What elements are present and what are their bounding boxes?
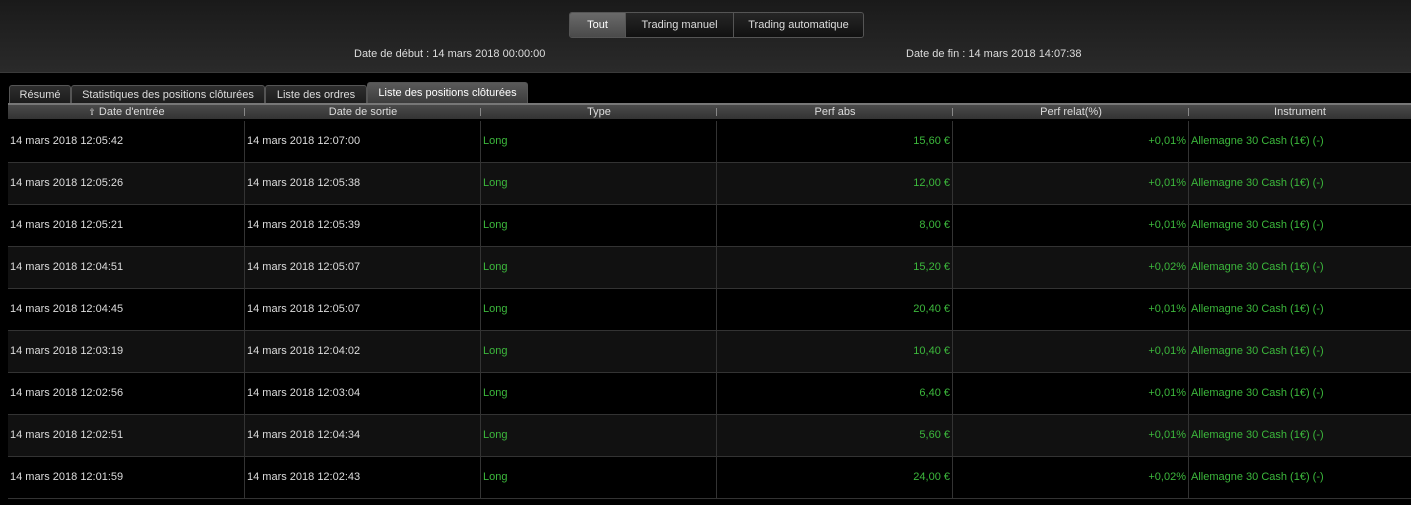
table-row[interactable]: 14 mars 2018 12:02:56 14 mars 2018 12:03:… [8, 373, 1411, 415]
cell-entry-date: 14 mars 2018 12:04:51 [8, 247, 245, 288]
cell-exit-date: 14 mars 2018 12:05:07 [245, 247, 481, 288]
cell-instrument: Allemagne 30 Cash (1€) (-) [1191, 135, 1324, 147]
cell-perf-rel: +0,01% [953, 331, 1189, 372]
table-header: ⇧ Date d'entrée Date de sortie Type Perf … [8, 105, 1411, 119]
table-row[interactable]: 14 mars 2018 12:05:21 14 mars 2018 12:05:… [8, 205, 1411, 247]
cell-entry-date: 14 mars 2018 12:05:26 [8, 163, 245, 204]
cell-exit-date: 14 mars 2018 12:03:04 [245, 373, 481, 414]
cell-type: Long [481, 121, 717, 162]
cell-type: Long [481, 331, 717, 372]
column-header-exit-date[interactable]: Date de sortie [245, 105, 481, 119]
cell-entry-date: 14 mars 2018 12:05:21 [8, 205, 245, 246]
cell-type: Long [481, 247, 717, 288]
cell-entry-date: 14 mars 2018 12:02:51 [8, 415, 245, 456]
cell-instrument: Allemagne 30 Cash (1€) (-) [1191, 219, 1324, 231]
sort-up-icon: ⇧ [88, 107, 96, 117]
cell-perf-abs: 10,40 € [717, 331, 953, 372]
cell-perf-rel: +0,02% [953, 457, 1189, 498]
cell-type: Long [481, 163, 717, 204]
cell-entry-date: 14 mars 2018 12:03:19 [8, 331, 245, 372]
cell-entry-date: 14 mars 2018 12:04:45 [8, 289, 245, 330]
cell-instrument: Allemagne 30 Cash (1€) (-) [1191, 303, 1324, 315]
cell-perf-abs: 15,20 € [717, 247, 953, 288]
cell-perf-rel: +0,01% [953, 373, 1189, 414]
cell-instrument: Allemagne 30 Cash (1€) (-) [1191, 387, 1324, 399]
filter-automatic-button[interactable]: Trading automatique [733, 13, 863, 37]
table-row[interactable]: 14 mars 2018 12:04:45 14 mars 2018 12:05:… [8, 289, 1411, 331]
column-header-perf-abs[interactable]: Perf abs [717, 105, 953, 119]
top-panel: Tout Trading manuel Trading automatique … [0, 0, 1411, 73]
cell-type: Long [481, 373, 717, 414]
table-row[interactable]: 14 mars 2018 12:01:59 14 mars 2018 12:02:… [8, 457, 1411, 499]
table-row[interactable]: 14 mars 2018 12:02:51 14 mars 2018 12:04:… [8, 415, 1411, 457]
cell-instrument: Allemagne 30 Cash (1€) (-) [1191, 429, 1324, 441]
cell-instrument: Allemagne 30 Cash (1€) (-) [1191, 345, 1324, 357]
cell-exit-date: 14 mars 2018 12:02:43 [245, 457, 481, 498]
cell-exit-date: 14 mars 2018 12:05:38 [245, 163, 481, 204]
cell-perf-rel: +0,01% [953, 289, 1189, 330]
cell-perf-rel: +0,01% [953, 205, 1189, 246]
cell-perf-abs: 24,00 € [717, 457, 953, 498]
table-row[interactable]: 14 mars 2018 12:05:26 14 mars 2018 12:05:… [8, 163, 1411, 205]
column-header-instrument[interactable]: Instrument [1189, 105, 1411, 119]
cell-exit-date: 14 mars 2018 12:04:02 [245, 331, 481, 372]
cell-exit-date: 14 mars 2018 12:05:39 [245, 205, 481, 246]
closed-positions-table: ⇧ Date d'entrée Date de sortie Type Perf … [8, 103, 1411, 505]
table-row[interactable]: 14 mars 2018 12:03:19 14 mars 2018 12:04:… [8, 331, 1411, 373]
cell-perf-abs: 20,40 € [717, 289, 953, 330]
column-header-type[interactable]: Type [481, 105, 717, 119]
cell-instrument: Allemagne 30 Cash (1€) (-) [1191, 261, 1324, 273]
filter-all-button[interactable]: Tout [570, 13, 625, 37]
cell-perf-rel: +0,01% [953, 415, 1189, 456]
cell-entry-date: 14 mars 2018 12:02:56 [8, 373, 245, 414]
start-date-label: Date de début : 14 mars 2018 00:00:00 [354, 48, 546, 60]
column-header-entry-date[interactable]: ⇧ Date d'entrée [8, 105, 245, 119]
cell-perf-abs: 12,00 € [717, 163, 953, 204]
table-row[interactable]: 14 mars 2018 12:05:42 14 mars 2018 12:07:… [8, 121, 1411, 163]
table-row[interactable]: 14 mars 2018 12:04:51 14 mars 2018 12:05:… [8, 247, 1411, 289]
tab-summary[interactable]: Résumé [9, 85, 71, 103]
column-header-perf-rel[interactable]: Perf relat(%) [953, 105, 1189, 119]
tab-orders-list[interactable]: Liste des ordres [265, 85, 367, 103]
cell-exit-date: 14 mars 2018 12:04:34 [245, 415, 481, 456]
cell-type: Long [481, 289, 717, 330]
cell-exit-date: 14 mars 2018 12:07:00 [245, 121, 481, 162]
cell-type: Long [481, 457, 717, 498]
cell-instrument: Allemagne 30 Cash (1€) (-) [1191, 177, 1324, 189]
tab-bar: Résumé Statistiques des positions clôtur… [0, 82, 1411, 103]
cell-perf-rel: +0,01% [953, 121, 1189, 162]
cell-type: Long [481, 415, 717, 456]
cell-entry-date: 14 mars 2018 12:05:42 [8, 121, 245, 162]
cell-perf-abs: 6,40 € [717, 373, 953, 414]
trade-filter: Tout Trading manuel Trading automatique [569, 12, 864, 38]
table-body: 14 mars 2018 12:05:42 14 mars 2018 12:07:… [8, 121, 1411, 499]
cell-entry-date: 14 mars 2018 12:01:59 [8, 457, 245, 498]
cell-perf-abs: 15,60 € [717, 121, 953, 162]
cell-perf-rel: +0,02% [953, 247, 1189, 288]
filter-manual-button[interactable]: Trading manuel [625, 13, 733, 37]
cell-instrument: Allemagne 30 Cash (1€) (-) [1191, 471, 1324, 483]
cell-perf-abs: 8,00 € [717, 205, 953, 246]
cell-perf-rel: +0,01% [953, 163, 1189, 204]
tab-closed-positions-list[interactable]: Liste des positions clôturées [367, 82, 528, 103]
cell-type: Long [481, 205, 717, 246]
cell-exit-date: 14 mars 2018 12:05:07 [245, 289, 481, 330]
end-date-label: Date de fin : 14 mars 2018 14:07:38 [906, 48, 1082, 60]
tab-closed-positions-stats[interactable]: Statistiques des positions clôturées [71, 85, 265, 103]
cell-perf-abs: 5,60 € [717, 415, 953, 456]
